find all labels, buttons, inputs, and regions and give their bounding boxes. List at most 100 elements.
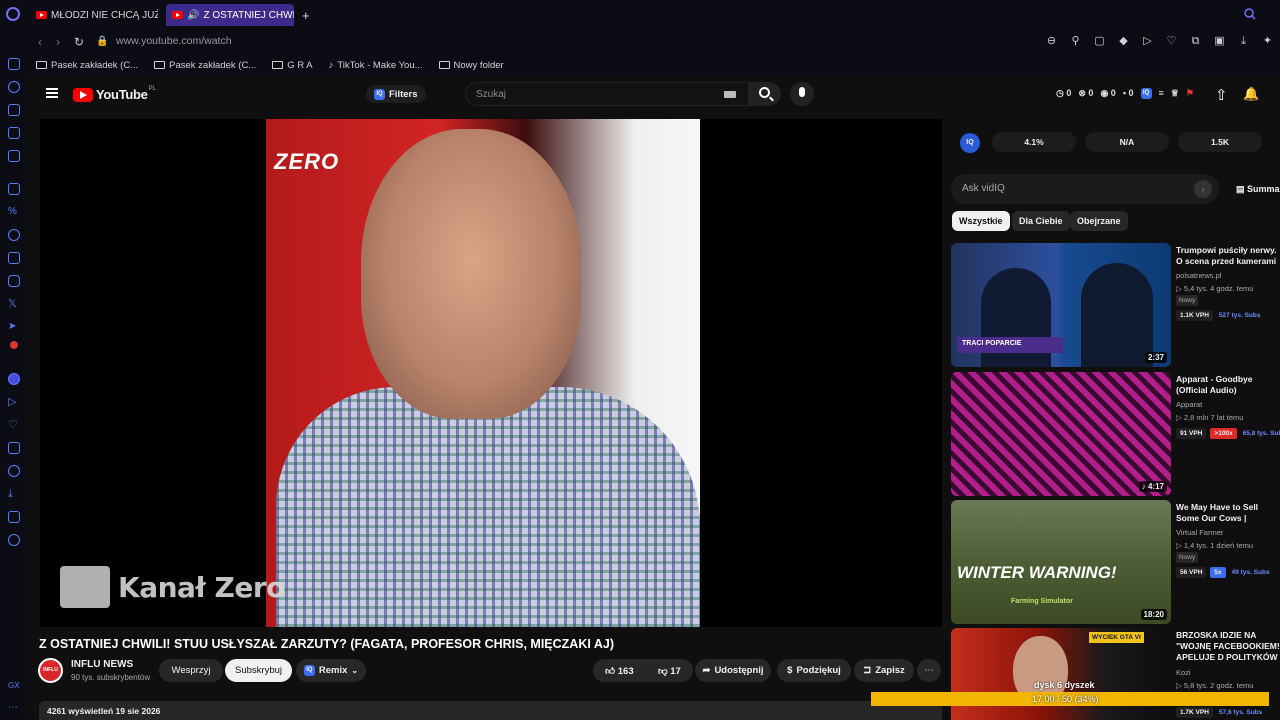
wallet-icon[interactable] [8, 442, 20, 454]
send-arrow-icon[interactable]: › [1194, 180, 1212, 198]
sidebar-app-icon[interactable] [8, 58, 20, 70]
profile-icon[interactable]: ▣ [1211, 33, 1228, 49]
recommendation-title[interactable]: BRZOSKA IDZIE NA "WOJNĘ FACEBOOKIEM! APE… [1176, 630, 1280, 664]
pin-icon[interactable]: ⚲ [1067, 33, 1084, 49]
more-icon[interactable]: ⋯ [8, 702, 20, 714]
youtube-logo[interactable]: YouTube PL [73, 86, 156, 102]
heart-icon[interactable]: ♡ [8, 419, 20, 431]
tab-search-icon[interactable] [1244, 8, 1256, 20]
play-icon[interactable]: ▷ [1139, 33, 1156, 49]
bell-off-icon[interactable]: ⚑ [1186, 88, 1194, 99]
percent-icon[interactable]: % [8, 206, 20, 218]
sidebar-app-icon[interactable] [8, 104, 20, 116]
sidebar-app-icon[interactable] [8, 81, 20, 93]
recommendation-title[interactable]: Trumpowi puściły nerwy. O scena przed ka… [1176, 245, 1280, 267]
sidebar-app-icon[interactable] [8, 150, 20, 162]
subscribe-button[interactable]: Subskrybuj [225, 659, 292, 682]
search-button[interactable] [749, 82, 781, 106]
ask-vidiq-input[interactable]: Ask vidIQ › [951, 174, 1219, 204]
shield-icon[interactable]: ◆ [1115, 33, 1132, 49]
url-field[interactable]: www.youtube.com/watch [116, 35, 232, 47]
settings-icon[interactable] [8, 534, 20, 546]
filters-button[interactable]: IQ Filters [366, 85, 426, 103]
channel-avatar[interactable]: INFLU [38, 658, 63, 683]
notifications-bell-icon[interactable]: 🔔 [1243, 86, 1259, 102]
new-tab-button[interactable]: + [296, 4, 316, 26]
recommendation-item[interactable]: ♪ 4:17 Apparat - Goodbye (Official Audio… [951, 372, 1280, 496]
vidiq-stat-views[interactable]: 1.5K [1178, 132, 1262, 152]
zoom-icon[interactable]: ⊖ [1043, 33, 1060, 49]
gx-icon[interactable]: GX [8, 680, 20, 692]
recommendation-channel[interactable]: Apparat [1176, 400, 1202, 409]
twitch-icon[interactable] [8, 183, 20, 195]
trophy-icon[interactable]: ♕ [1171, 88, 1179, 99]
video-thumbnail[interactable]: WINTER WARNING! Farming Simulator 18:20 [951, 500, 1171, 624]
search-input[interactable] [466, 83, 696, 105]
dislike-button[interactable]: 👎︎ 17 [658, 665, 681, 677]
vidiq-logo-icon[interactable]: IQ [960, 133, 980, 153]
share-button[interactable]: ➦ Udostępnij [695, 659, 771, 682]
recommendation-channel[interactable]: Kozi [1176, 668, 1191, 677]
screenshot-icon[interactable]: ▢ [1091, 33, 1108, 49]
chip-watched[interactable]: Obejrzane [1070, 211, 1128, 231]
instagram-icon[interactable] [8, 275, 20, 287]
vidiq-icon[interactable]: IQ [1140, 88, 1152, 99]
upload-icon[interactable]: ⇧ [1215, 86, 1228, 104]
download-icon[interactable]: ⤓ [8, 488, 20, 500]
browser-logo-icon[interactable] [6, 7, 20, 21]
video-thumbnail[interactable]: WYCIEK GTA VI [951, 628, 1171, 720]
recommendation-item[interactable]: TRACI POPARCIE 2:37 Trumpowi puściły ner… [951, 243, 1280, 367]
history-icon[interactable] [8, 465, 20, 477]
channel-name[interactable]: INFLU NEWS [71, 659, 133, 670]
player-icon[interactable]: ▷ [8, 396, 20, 408]
extensions-icon[interactable] [8, 511, 20, 523]
discord-icon[interactable] [8, 252, 20, 264]
telegram-icon[interactable]: ➤ [8, 321, 20, 333]
bookmark-tiktok[interactable]: ♪ TikTok - Make You... [329, 60, 423, 71]
ai-icon[interactable]: ✦ [1259, 33, 1276, 49]
reload-icon[interactable]: ↻ [74, 35, 84, 49]
remix-button[interactable]: IQ Remix ⌄ [296, 659, 366, 682]
x-icon[interactable]: 𝕏 [8, 298, 20, 310]
tab-mlodzi[interactable]: MŁODZI NIE CHCĄ JUŻ TA [30, 4, 158, 26]
vidiq-stat-na[interactable]: N/A [1085, 132, 1169, 152]
forward-arrow-icon[interactable]: › [56, 35, 60, 49]
save-button[interactable]: ⊐ Zapisz [854, 659, 914, 682]
sidebar-app-icon[interactable] [8, 127, 20, 139]
watermark: Kanał Zero [60, 566, 285, 608]
download-icon[interactable]: ⤓ [1235, 33, 1252, 49]
voice-search-button[interactable] [790, 82, 814, 106]
heart-icon[interactable]: ♡ [1163, 33, 1180, 49]
sidebar-app-icon[interactable] [8, 373, 20, 385]
bookmark-folder[interactable]: Pasek zakładek (C... [154, 60, 256, 71]
bookmark-folder[interactable]: Pasek zakładek (C... [36, 60, 138, 71]
video-thumbnail[interactable]: ♪ 4:17 [951, 372, 1171, 496]
youtube-masthead: YouTube PL IQ Filters ◷ 0 ⊗ 0 ◉ 0 ▪ 0 IQ… [28, 76, 1280, 114]
recommendation-item[interactable]: WYCIEK GTA VI BRZOSKA IDZIE NA "WOJNĘ FA… [951, 628, 1280, 720]
chip-all[interactable]: Wszystkie [952, 211, 1010, 231]
recommendation-title[interactable]: Apparat - Goodbye (Official Audio) [1176, 374, 1280, 396]
recommendation-item[interactable]: WINTER WARNING! Farming Simulator 18:20 … [951, 500, 1280, 624]
video-thumbnail[interactable]: TRACI POPARCIE 2:37 [951, 243, 1171, 367]
extensions-icon[interactable]: ⧉ [1187, 33, 1204, 49]
vidiq-stat-engagement[interactable]: 4.1% [992, 132, 1076, 152]
messenger-icon[interactable] [8, 229, 20, 241]
menu-icon[interactable] [46, 88, 58, 98]
summary-button[interactable]: ▤ Summa [1236, 184, 1280, 195]
tab-z-ostatniej-chwili[interactable]: 🔊 Z OSTATNIEJ CHWILI! S [166, 4, 294, 26]
bookmark-folder[interactable]: Nowy folder [438, 60, 504, 71]
support-button[interactable]: Wesprzyj [159, 659, 223, 682]
recommendation-channel[interactable]: Virtual Farmer [1176, 528, 1223, 537]
recommendation-title[interactable]: We May Have to Sell Some Our Cows | Ball… [1176, 502, 1280, 525]
bookmark-folder[interactable]: G R A [272, 60, 313, 71]
video-player[interactable]: ZERO Kanał Zero [40, 119, 942, 627]
more-actions-button[interactable]: ⋯ [917, 659, 941, 682]
like-button[interactable]: 👍︎ 163 [605, 665, 633, 677]
keyboard-icon[interactable] [724, 91, 736, 98]
back-arrow-icon[interactable]: ‹ [38, 35, 42, 49]
filter-icon[interactable]: ≡ [1159, 88, 1164, 99]
description-box[interactable]: 4261 wyświetleń 19 sie 2026 [39, 701, 942, 720]
thanks-button[interactable]: $ Podziękuj [777, 659, 851, 682]
recommendation-channel[interactable]: polsatnews.pl [1176, 271, 1221, 280]
chip-for-you[interactable]: Dla Ciebie [1012, 211, 1070, 231]
